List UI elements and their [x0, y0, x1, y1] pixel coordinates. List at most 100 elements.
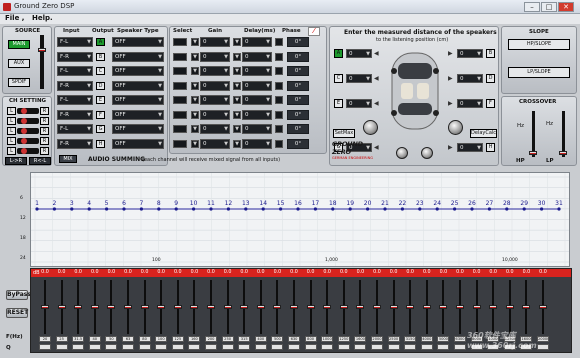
eq-band-point[interactable] [244, 207, 248, 211]
eq-band-point[interactable] [139, 207, 143, 211]
frequency-field[interactable]: 3150 [404, 336, 417, 342]
lp-slope-button[interactable]: LP/SLOPE [508, 67, 570, 78]
output-channel-button[interactable]: A [96, 38, 105, 46]
q-field[interactable] [221, 344, 234, 350]
phase-button[interactable]: 0° [287, 66, 309, 76]
fader-thumb[interactable] [472, 305, 481, 309]
eq-band-point[interactable] [470, 207, 474, 211]
channel-select-toggle[interactable] [173, 110, 187, 119]
eq-band-point[interactable] [122, 207, 126, 211]
frequency-field[interactable]: 20 [39, 336, 51, 342]
fader-thumb[interactable] [290, 305, 298, 309]
hp-slider-thumb[interactable] [529, 151, 537, 155]
q-field[interactable] [404, 344, 417, 350]
distance-value-field[interactable]: 0 [457, 74, 483, 83]
frequency-field[interactable]: 1600 [354, 336, 367, 342]
channel-select-toggle[interactable] [173, 81, 187, 90]
input-select[interactable]: F-R [57, 138, 93, 149]
distance-channel-button[interactable]: E [334, 99, 343, 108]
gain-down-arrow[interactable]: ▼ [191, 110, 199, 119]
input-select[interactable]: F-R [57, 80, 93, 91]
eq-band-point[interactable] [453, 207, 457, 211]
distance-value-field[interactable]: 0 [457, 99, 483, 108]
eq-band-point[interactable] [366, 207, 370, 211]
delay-value-field[interactable]: 0 [242, 138, 272, 149]
maximize-button[interactable]: □ [541, 2, 557, 12]
gain-down-arrow[interactable]: ▼ [191, 52, 199, 61]
q-field[interactable] [337, 344, 350, 350]
delay-step-button[interactable] [275, 125, 283, 133]
q-field[interactable] [387, 344, 400, 350]
q-field[interactable] [105, 344, 118, 350]
distance-channel-button[interactable]: F [486, 99, 495, 108]
delay-value-field[interactable]: 0 [242, 51, 272, 62]
fader-thumb[interactable] [173, 305, 182, 309]
frequency-field[interactable]: 6300 [454, 336, 466, 342]
wand-icon[interactable]: ⁄ [308, 27, 320, 36]
delay-step-button[interactable] [275, 38, 283, 46]
gain-down-arrow[interactable]: ▼ [191, 81, 199, 90]
frequency-field[interactable]: 40 [88, 336, 101, 342]
phase-button[interactable]: 0° [287, 37, 309, 47]
delay-step-button[interactable] [275, 52, 283, 61]
output-channel-button[interactable]: F [96, 110, 105, 119]
delay-down-arrow[interactable]: ▼ [233, 81, 241, 90]
output-channel-button[interactable]: H [96, 139, 105, 148]
speaker-type-select[interactable]: OFF [112, 51, 164, 62]
hp-slope-button[interactable]: HP/SLOPE [508, 39, 570, 50]
fader-thumb[interactable] [306, 305, 315, 309]
fader-thumb[interactable] [124, 305, 132, 309]
channel-select-toggle[interactable] [173, 96, 187, 104]
distance-channel-button[interactable]: H [486, 143, 495, 152]
distance-value-field[interactable]: 0 [346, 74, 372, 83]
channel-select-toggle[interactable] [173, 52, 187, 61]
gain-down-arrow[interactable]: ▼ [191, 96, 199, 104]
fader-thumb[interactable] [57, 305, 66, 309]
eq-band-point[interactable] [505, 207, 509, 211]
source-spdif-button[interactable]: SPDIF [8, 78, 30, 87]
distance-value-field[interactable]: 0 [457, 143, 483, 152]
q-field[interactable] [254, 344, 267, 350]
channel-select-toggle[interactable] [173, 139, 187, 148]
q-field[interactable] [371, 344, 383, 350]
q-field[interactable] [205, 344, 217, 350]
fader-thumb[interactable] [522, 305, 531, 309]
fader-thumb[interactable] [107, 305, 116, 309]
q-field[interactable] [138, 344, 151, 350]
gain-down-arrow[interactable]: ▼ [191, 38, 199, 46]
reset-button[interactable]: RESET [6, 308, 28, 318]
ch-left-button[interactable]: L [7, 147, 16, 155]
frequency-field[interactable]: 100 [155, 336, 168, 342]
fader-thumb[interactable] [389, 305, 398, 309]
eq-band-point[interactable] [540, 207, 544, 211]
frequency-field[interactable]: 1000 [321, 336, 334, 342]
gain-value-field[interactable]: 0 [200, 51, 230, 62]
phase-button[interactable]: 0° [287, 51, 309, 62]
eq-band-point[interactable] [331, 207, 335, 211]
fader-thumb[interactable] [505, 305, 514, 309]
speaker-type-select[interactable]: OFF [112, 124, 164, 134]
delay-down-arrow[interactable]: ▼ [233, 110, 241, 119]
frequency-field[interactable]: 400 [254, 336, 267, 342]
speaker-type-select[interactable]: OFF [112, 66, 164, 76]
frequency-field[interactable]: 125 [171, 336, 184, 342]
frequency-field[interactable]: 5000 [437, 336, 450, 342]
eq-band-point[interactable] [174, 207, 178, 211]
eq-band-point[interactable] [348, 207, 352, 211]
bypass-button[interactable]: ByPass [6, 290, 31, 300]
phase-button[interactable]: 0° [287, 138, 309, 149]
q-field[interactable] [88, 344, 101, 350]
channel-select-toggle[interactable] [173, 67, 187, 75]
q-field[interactable] [155, 344, 168, 350]
q-field[interactable] [72, 344, 85, 350]
eq-band-point[interactable] [383, 207, 387, 211]
delay-down-arrow[interactable]: ▼ [233, 38, 241, 46]
speaker-type-select[interactable]: OFF [112, 37, 164, 47]
frequency-field[interactable]: 63 [122, 336, 134, 342]
q-field[interactable] [39, 344, 51, 350]
ch-left-button[interactable]: L [7, 117, 16, 125]
distance-value-field[interactable]: 0 [346, 49, 372, 58]
frequency-field[interactable]: 2500 [387, 336, 400, 342]
left-to-right-button[interactable]: L->R [5, 157, 27, 165]
fader-thumb[interactable] [439, 305, 448, 309]
